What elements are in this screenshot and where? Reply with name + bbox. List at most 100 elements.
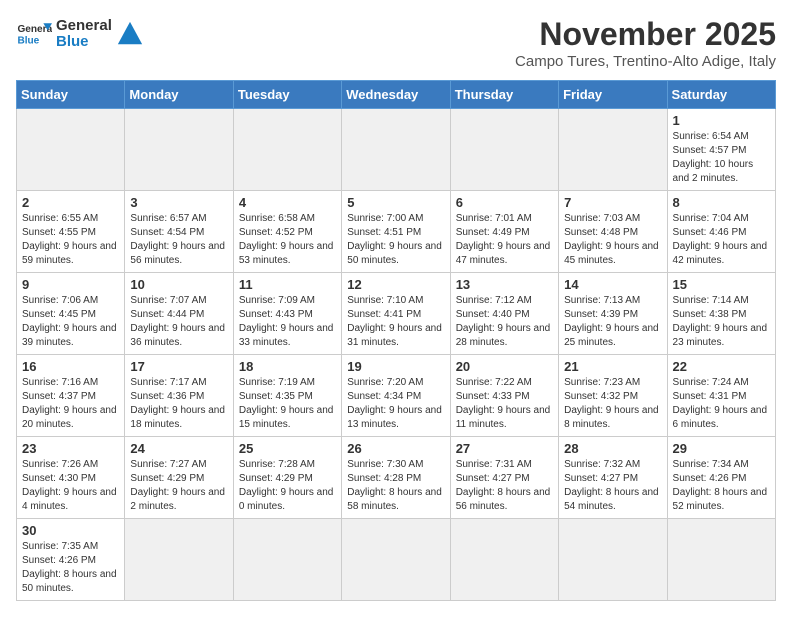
day-number: 3 (130, 195, 227, 210)
calendar-week-row: 23 Sunrise: 7:26 AM Sunset: 4:30 PM Dayli… (17, 437, 776, 519)
day-info: Sunrise: 6:57 AM Sunset: 4:54 PM Dayligh… (130, 212, 227, 268)
calendar-day-cell: 18Sunrise: 7:19 AM Sunset: 4:35 PM Dayli… (233, 355, 341, 437)
day-info: Sunrise: 7:27 AM Sunset: 4:29 PM Dayligh… (130, 458, 227, 514)
day-number: 16 (22, 359, 119, 374)
day-info: Sunrise: 7:24 AM Sunset: 4:31 PM Dayligh… (673, 376, 770, 432)
day-info: Sunrise: 7:03 AM Sunset: 4:48 PM Dayligh… (564, 212, 661, 268)
logo-blue-text: Blue (56, 34, 112, 51)
calendar-week-row: 2 Sunrise: 6:55 AM Sunset: 4:55 PM Daylig… (17, 191, 776, 273)
calendar-day-cell: 23 Sunrise: 7:26 AM Sunset: 4:30 PM Dayli… (17, 437, 125, 519)
day-number: 17 (130, 359, 227, 374)
logo: General Blue General Blue (16, 16, 144, 52)
calendar-day-cell: 19 Sunrise: 7:20 AM Sunset: 4:34 PM Dayli… (342, 355, 450, 437)
day-number: 23 (22, 441, 119, 456)
calendar-week-row: 16 Sunrise: 7:16 AM Sunset: 4:37 PM Dayli… (17, 355, 776, 437)
calendar-title: November 2025 (515, 16, 776, 53)
weekday-header: Monday (125, 81, 233, 109)
day-info: Sunrise: 7:35 AM Sunset: 4:26 PM Dayligh… (22, 540, 119, 596)
day-number: 20 (456, 359, 553, 374)
calendar-day-cell: 17 Sunrise: 7:17 AM Sunset: 4:36 PM Dayli… (125, 355, 233, 437)
day-info: Sunrise: 7:34 AM Sunset: 4:26 PM Dayligh… (673, 458, 770, 514)
day-info: Sunrise: 7:19 AM Sunset: 4:35 PM Dayligh… (239, 376, 336, 432)
calendar-day-cell (342, 519, 450, 601)
day-number: 14 (564, 277, 661, 292)
calendar-day-cell: 25Sunrise: 7:28 AM Sunset: 4:29 PM Dayli… (233, 437, 341, 519)
calendar-day-cell: 14 Sunrise: 7:13 AM Sunset: 4:39 PM Dayli… (559, 273, 667, 355)
day-info: Sunrise: 7:31 AM Sunset: 4:27 PM Dayligh… (456, 458, 553, 514)
day-number: 24 (130, 441, 227, 456)
day-number: 19 (347, 359, 444, 374)
day-info: Sunrise: 6:54 AM Sunset: 4:57 PM Dayligh… (673, 130, 770, 186)
day-info: Sunrise: 7:20 AM Sunset: 4:34 PM Dayligh… (347, 376, 444, 432)
calendar-day-cell: 16 Sunrise: 7:16 AM Sunset: 4:37 PM Dayli… (17, 355, 125, 437)
calendar-day-cell (125, 519, 233, 601)
day-number: 26 (347, 441, 444, 456)
calendar-subtitle: Campo Tures, Trentino-Alto Adige, Italy (515, 53, 776, 70)
calendar-day-cell: 6 Sunrise: 7:01 AM Sunset: 4:49 PM Daylig… (450, 191, 558, 273)
weekday-header: Sunday (17, 81, 125, 109)
calendar-week-row: 9Sunrise: 7:06 AM Sunset: 4:45 PM Daylig… (17, 273, 776, 355)
day-info: Sunrise: 7:01 AM Sunset: 4:49 PM Dayligh… (456, 212, 553, 268)
page-header: General Blue General Blue November 2025 … (16, 16, 776, 70)
calendar-day-cell: 30Sunrise: 7:35 AM Sunset: 4:26 PM Dayli… (17, 519, 125, 601)
calendar-day-cell: 15 Sunrise: 7:14 AM Sunset: 4:38 PM Dayli… (667, 273, 775, 355)
day-info: Sunrise: 7:09 AM Sunset: 4:43 PM Dayligh… (239, 294, 336, 350)
weekday-header: Wednesday (342, 81, 450, 109)
calendar-day-cell: 9Sunrise: 7:06 AM Sunset: 4:45 PM Daylig… (17, 273, 125, 355)
title-block: November 2025 Campo Tures, Trentino-Alto… (515, 16, 776, 70)
day-number: 22 (673, 359, 770, 374)
day-info: Sunrise: 7:10 AM Sunset: 4:41 PM Dayligh… (347, 294, 444, 350)
day-info: Sunrise: 7:04 AM Sunset: 4:46 PM Dayligh… (673, 212, 770, 268)
weekday-header: Saturday (667, 81, 775, 109)
calendar-day-cell: 12Sunrise: 7:10 AM Sunset: 4:41 PM Dayli… (342, 273, 450, 355)
day-number: 6 (456, 195, 553, 210)
calendar-day-cell: 4Sunrise: 6:58 AM Sunset: 4:52 PM Daylig… (233, 191, 341, 273)
day-info: Sunrise: 6:55 AM Sunset: 4:55 PM Dayligh… (22, 212, 119, 268)
calendar-day-cell: 5Sunrise: 7:00 AM Sunset: 4:51 PM Daylig… (342, 191, 450, 273)
calendar-day-cell (17, 109, 125, 191)
calendar-day-cell: 1Sunrise: 6:54 AM Sunset: 4:57 PM Daylig… (667, 109, 775, 191)
calendar-day-cell (450, 109, 558, 191)
day-info: Sunrise: 7:22 AM Sunset: 4:33 PM Dayligh… (456, 376, 553, 432)
logo-general-text: General (56, 18, 112, 35)
day-info: Sunrise: 7:26 AM Sunset: 4:30 PM Dayligh… (22, 458, 119, 514)
calendar-day-cell: 13Sunrise: 7:12 AM Sunset: 4:40 PM Dayli… (450, 273, 558, 355)
day-number: 21 (564, 359, 661, 374)
calendar-header-row: SundayMondayTuesdayWednesdayThursdayFrid… (17, 81, 776, 109)
calendar-table: SundayMondayTuesdayWednesdayThursdayFrid… (16, 80, 776, 601)
day-info: Sunrise: 7:17 AM Sunset: 4:36 PM Dayligh… (130, 376, 227, 432)
weekday-header: Friday (559, 81, 667, 109)
calendar-day-cell: 26Sunrise: 7:30 AM Sunset: 4:28 PM Dayli… (342, 437, 450, 519)
svg-text:Blue: Blue (17, 35, 39, 46)
day-number: 8 (673, 195, 770, 210)
day-info: Sunrise: 7:14 AM Sunset: 4:38 PM Dayligh… (673, 294, 770, 350)
calendar-day-cell: 11Sunrise: 7:09 AM Sunset: 4:43 PM Dayli… (233, 273, 341, 355)
day-info: Sunrise: 7:13 AM Sunset: 4:39 PM Dayligh… (564, 294, 661, 350)
day-number: 7 (564, 195, 661, 210)
calendar-day-cell (125, 109, 233, 191)
calendar-day-cell (233, 519, 341, 601)
day-number: 29 (673, 441, 770, 456)
day-number: 28 (564, 441, 661, 456)
calendar-day-cell: 24 Sunrise: 7:27 AM Sunset: 4:29 PM Dayli… (125, 437, 233, 519)
day-number: 10 (130, 277, 227, 292)
calendar-day-cell: 28 Sunrise: 7:32 AM Sunset: 4:27 PM Dayli… (559, 437, 667, 519)
day-number: 2 (22, 195, 119, 210)
day-info: Sunrise: 7:32 AM Sunset: 4:27 PM Dayligh… (564, 458, 661, 514)
calendar-day-cell: 27Sunrise: 7:31 AM Sunset: 4:27 PM Dayli… (450, 437, 558, 519)
day-info: Sunrise: 7:23 AM Sunset: 4:32 PM Dayligh… (564, 376, 661, 432)
weekday-header: Thursday (450, 81, 558, 109)
calendar-day-cell: 20 Sunrise: 7:22 AM Sunset: 4:33 PM Dayli… (450, 355, 558, 437)
calendar-day-cell (233, 109, 341, 191)
day-info: Sunrise: 7:07 AM Sunset: 4:44 PM Dayligh… (130, 294, 227, 350)
day-info: Sunrise: 7:12 AM Sunset: 4:40 PM Dayligh… (456, 294, 553, 350)
day-number: 15 (673, 277, 770, 292)
weekday-header: Tuesday (233, 81, 341, 109)
day-info: Sunrise: 7:16 AM Sunset: 4:37 PM Dayligh… (22, 376, 119, 432)
day-info: Sunrise: 7:28 AM Sunset: 4:29 PM Dayligh… (239, 458, 336, 514)
calendar-day-cell: 8 Sunrise: 7:04 AM Sunset: 4:46 PM Daylig… (667, 191, 775, 273)
calendar-day-cell (342, 109, 450, 191)
day-info: Sunrise: 7:00 AM Sunset: 4:51 PM Dayligh… (347, 212, 444, 268)
calendar-day-cell (450, 519, 558, 601)
calendar-day-cell: 22 Sunrise: 7:24 AM Sunset: 4:31 PM Dayli… (667, 355, 775, 437)
